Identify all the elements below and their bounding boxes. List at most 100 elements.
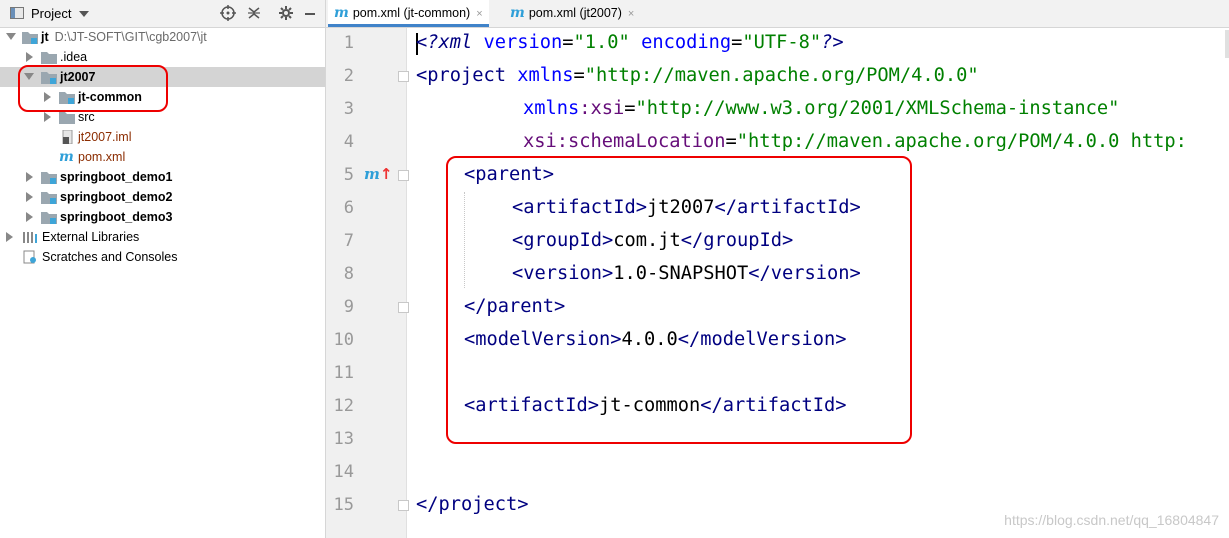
tree-item-springboot-demo1[interactable]: springboot_demo1 (0, 167, 325, 187)
line-number: 5 (343, 165, 354, 185)
tree-item-label: springboot_demo2 (60, 190, 173, 204)
code-line-2[interactable]: <project xmlns="http://maven.apache.org/… (416, 65, 979, 86)
close-icon[interactable]: × (628, 8, 634, 20)
line-number: 12 (333, 396, 354, 416)
tree-item-label: Scratches and Consoles (42, 250, 178, 264)
collapse-arrow-icon[interactable] (26, 212, 33, 222)
fold-toggle-icon[interactable] (398, 71, 409, 82)
code-line-10[interactable]: <modelVersion>4.0.0</modelVersion> (464, 329, 847, 350)
fold-toggle-icon[interactable] (398, 302, 409, 313)
maven-m-icon: m (334, 5, 349, 21)
line-number: 14 (333, 462, 354, 482)
tree-item-label: jt2007.iml (78, 130, 132, 144)
maven-m-icon: m (59, 149, 74, 165)
tree-item-label: External Libraries (42, 230, 140, 244)
locate-target-icon[interactable] (219, 4, 237, 22)
tree-item-jt2007[interactable]: jt2007 (0, 67, 325, 87)
project-path: D:\JT-SOFT\GIT\cgb2007\jt (54, 30, 207, 44)
tree-item-label: jt2007 (60, 70, 96, 84)
tab-pom-jt2007[interactable]: m pom.xml (jt2007) × (504, 0, 640, 27)
folder-icon (59, 112, 75, 124)
module-folder-icon (22, 32, 38, 44)
code-line-12[interactable]: <artifactId>jt-common</artifactId> (464, 395, 847, 416)
tab-pom-jt-common[interactable]: m pom.xml (jt-common) × (328, 0, 489, 27)
watermark: https://blog.csdn.net/qq_16804847 (1004, 512, 1219, 528)
collapse-arrow-icon[interactable] (6, 232, 13, 242)
code-line-5[interactable]: <parent> (464, 164, 554, 185)
module-folder-icon (41, 212, 57, 224)
collapse-arrow-icon[interactable] (26, 172, 33, 182)
code-line-6[interactable]: <artifactId>jt2007</artifactId> (512, 197, 861, 218)
module-folder-icon (41, 192, 57, 204)
tree-item-label: springboot_demo3 (60, 210, 173, 224)
chevron-down-icon[interactable] (79, 11, 89, 17)
tab-label: pom.xml (jt2007) (528, 6, 622, 20)
tree-item-src[interactable]: src (0, 107, 325, 127)
project-tool-window: Project jt D:\JT-SOFT\GIT\cgb2007\jt .ide… (0, 0, 326, 538)
tree-item-label: src (78, 110, 95, 124)
line-number: 2 (343, 66, 354, 86)
editor-area: m pom.xml (jt-common) × m pom.xml (jt2007) ×… (326, 0, 1229, 538)
tree-item-label: .idea (60, 50, 88, 64)
tree-item-springboot-demo2[interactable]: springboot_demo2 (0, 187, 325, 207)
project-view-icon (10, 7, 24, 19)
fold-toggle-icon[interactable] (398, 170, 409, 181)
line-number: 13 (333, 429, 354, 449)
code-line-15[interactable]: </project> (416, 494, 529, 515)
tree-item-jt2007-iml[interactable]: jt2007.iml (0, 127, 325, 147)
code-line-1[interactable]: <?xml version="1.0" encoding="UTF-8"?> (416, 32, 844, 53)
collapse-all-icon[interactable] (245, 4, 263, 22)
module-folder-icon (41, 72, 57, 84)
library-icon (23, 232, 37, 243)
tree-item-jt[interactable]: jt D:\JT-SOFT\GIT\cgb2007\jt (0, 27, 325, 47)
minimize-icon[interactable] (305, 13, 315, 15)
line-number: 8 (343, 264, 354, 284)
collapse-arrow-icon[interactable] (26, 52, 33, 62)
tree-item-pom-xml[interactable]: m pom.xml (0, 147, 325, 167)
tree-item-label: pom.xml (78, 150, 126, 164)
tree-item-jt-common[interactable]: jt-common (0, 87, 325, 107)
code-line-9[interactable]: </parent> (464, 296, 565, 317)
scrollbar-marker[interactable] (1225, 30, 1229, 58)
tree-item-external-libraries[interactable]: External Libraries (0, 227, 325, 247)
maven-m-icon: m (510, 5, 525, 21)
code-line-3[interactable]: xmlns:xsi="http://www.w3.org/2001/XMLSch… (523, 98, 1119, 119)
collapse-arrow-icon[interactable] (26, 192, 33, 202)
line-number: 15 (333, 495, 354, 515)
expand-arrow-icon[interactable] (6, 33, 16, 40)
expand-arrow-icon[interactable] (24, 73, 34, 80)
collapse-arrow-icon[interactable] (44, 92, 51, 102)
fold-toggle-icon[interactable] (398, 500, 409, 511)
tree-item-label: springboot_demo1 (60, 170, 173, 184)
line-number: 1 (343, 33, 354, 53)
project-panel-title[interactable]: Project (31, 6, 71, 21)
line-number: 3 (343, 99, 354, 119)
module-folder-icon (59, 92, 75, 104)
line-number: 10 (333, 330, 354, 350)
tree-item-label: jt (41, 30, 49, 44)
code-line-8[interactable]: <version>1.0-SNAPSHOT</version> (512, 263, 861, 284)
code-line-7[interactable]: <groupId>com.jt</groupId> (512, 230, 793, 251)
line-number: 11 (333, 363, 354, 383)
project-panel-header: Project (0, 0, 325, 28)
tree-item-idea[interactable]: .idea (0, 47, 325, 67)
close-icon[interactable]: × (476, 8, 482, 20)
tab-label: pom.xml (jt-common) (352, 6, 471, 20)
gear-icon[interactable] (277, 4, 295, 22)
maven-parent-gutter-icon[interactable]: m↑ (364, 165, 392, 183)
line-number-gutter: 1 2 3 4 5 6 7 8 9 10 11 12 13 14 15 m↑ (326, 28, 409, 538)
scratches-icon (23, 250, 36, 264)
module-folder-icon (41, 172, 57, 184)
editor-tab-bar: m pom.xml (jt-common) × m pom.xml (jt2007) × (326, 0, 1229, 28)
collapse-arrow-icon[interactable] (44, 112, 51, 122)
code-line-4[interactable]: xsi:schemaLocation="http://maven.apache.… (523, 131, 1187, 152)
line-number: 9 (343, 297, 354, 317)
tree-item-scratches[interactable]: Scratches and Consoles (0, 247, 325, 267)
tree-item-label: jt-common (78, 90, 142, 104)
tree-item-springboot-demo3[interactable]: springboot_demo3 (0, 207, 325, 227)
indent-guide (464, 192, 465, 288)
line-number: 7 (343, 231, 354, 251)
folder-icon (41, 52, 57, 64)
iml-file-icon (62, 130, 73, 144)
line-number: 6 (343, 198, 354, 218)
